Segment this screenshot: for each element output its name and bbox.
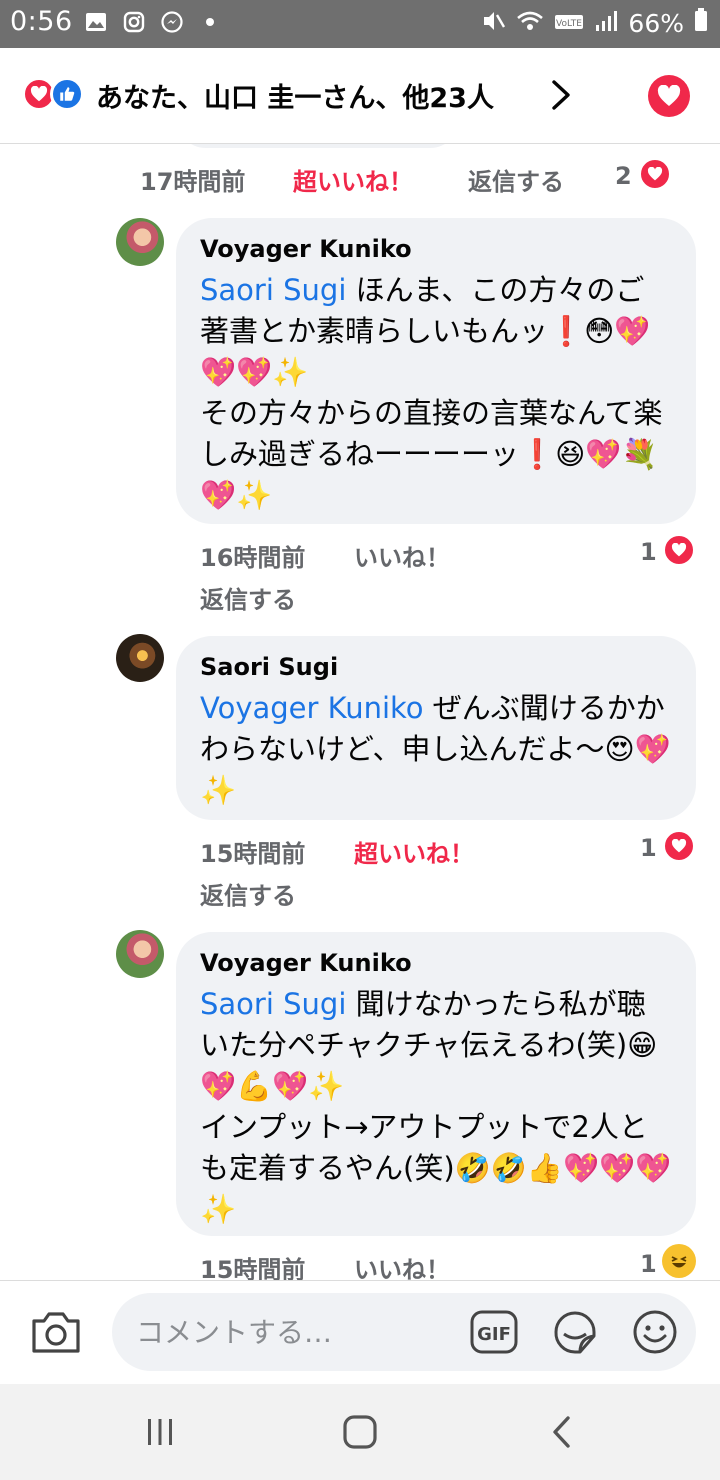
comment-time: 15時間前 [200,840,306,868]
comment-author[interactable]: Voyager Kuniko [200,234,672,264]
super-like-button[interactable]: 超いいね！ [293,162,413,197]
comment-thread: 17時間前 超いいね！ 返信する 2 Voyager Kuniko Saori … [0,144,720,1280]
comment-text: Saori Sugi ほんま、この方々のご著書とか素晴らしいもんッ❗😳💖💖💖✨ … [200,273,663,512]
battery-icon [694,8,708,38]
mention-link[interactable]: Saori Sugi [200,987,346,1021]
dot-icon [198,10,222,34]
reply-button[interactable]: 返信する [200,876,296,911]
comment-time: 15時間前 [200,1256,306,1280]
reaction-summary[interactable]: あなた、山口 圭一さん、他23人 [96,76,494,115]
comment-text: Voyager Kuniko ぜんぶ聞けるかかわらないけど、申し込んだよ〜😍💖✨ [200,691,671,807]
avatar[interactable] [116,930,164,978]
comments-sheet: あなた、山口 圭一さん、他23人 17時間前 超いいね！ 返信する 2 Voya… [0,48,720,1384]
love-reaction-icon[interactable] [663,830,695,862]
system-nav-bar [0,1384,720,1480]
home-icon[interactable] [342,1414,378,1450]
comment-composer: GIF [0,1280,720,1384]
reaction-count: 1 [640,538,657,566]
comment-author[interactable]: Voyager Kuniko [200,948,672,978]
svg-text:GIF: GIF [477,1324,511,1345]
signal-icon [594,9,618,38]
svg-text:VoLTE: VoLTE [556,19,582,29]
reaction-count: 2 [615,162,632,190]
wifi-icon [516,9,544,38]
mute-icon [482,9,506,38]
avatar[interactable] [116,218,164,266]
comment-time: 17時間前 [140,168,246,196]
comment-input-wrapper[interactable]: GIF [112,1293,696,1371]
instagram-icon [122,10,146,34]
love-reaction-icon[interactable] [639,158,671,190]
reactions-header[interactable]: あなた、山口 圭一さん、他23人 [0,48,720,144]
like-button[interactable]: いいね！ [354,1250,450,1280]
super-like-button[interactable]: 超いいね！ [354,834,474,869]
love-reaction-icon[interactable] [663,534,695,566]
like-button[interactable]: いいね！ [354,538,450,573]
comment-bubble[interactable]: Saori Sugi Voyager Kuniko ぜんぶ聞けるかかわらないけど… [176,636,696,820]
gif-icon[interactable]: GIF [470,1310,518,1354]
love-reaction-button[interactable] [648,75,690,117]
messenger-icon [160,10,184,34]
mention-link[interactable]: Saori Sugi [200,273,346,307]
recent-apps-icon[interactable] [144,1416,176,1448]
reply-button[interactable]: 返信する [200,580,296,615]
gallery-icon [84,10,108,34]
previous-comment-bubble-edge [176,144,460,148]
reaction-count: 1 [640,1250,657,1278]
avatar[interactable] [116,634,164,682]
camera-icon[interactable] [30,1309,82,1355]
comment-text: Saori Sugi 聞けなかったら私が聴いた分ペチャクチャ伝えるわ(笑)😁💖💪… [200,987,672,1226]
status-bar: 0:56 VoLTE 66% [0,0,720,48]
mention-link[interactable]: Voyager Kuniko [200,691,424,725]
emoji-icon[interactable] [632,1309,678,1355]
like-reaction-icon [50,77,84,111]
chevron-right-icon[interactable] [546,78,574,112]
comment-input[interactable] [136,1293,456,1371]
comment-author[interactable]: Saori Sugi [200,652,672,682]
back-icon[interactable] [548,1414,576,1450]
reaction-count: 1 [640,834,657,862]
reply-button[interactable]: 返信する [468,162,564,197]
comment-time: 16時間前 [200,544,306,572]
comment-bubble[interactable]: Voyager Kuniko Saori Sugi ほんま、この方々のご著書とか… [176,218,696,524]
volte-icon: VoLTE [554,9,584,38]
battery-text: 66% [628,8,684,38]
reaction-icons [22,77,88,111]
sticker-icon[interactable] [550,1308,600,1356]
status-time: 0:56 [10,6,73,37]
haha-reaction-icon[interactable] [662,1244,696,1278]
comment-bubble[interactable]: Voyager Kuniko Saori Sugi 聞けなかったら私が聴いた分ペ… [176,932,696,1236]
